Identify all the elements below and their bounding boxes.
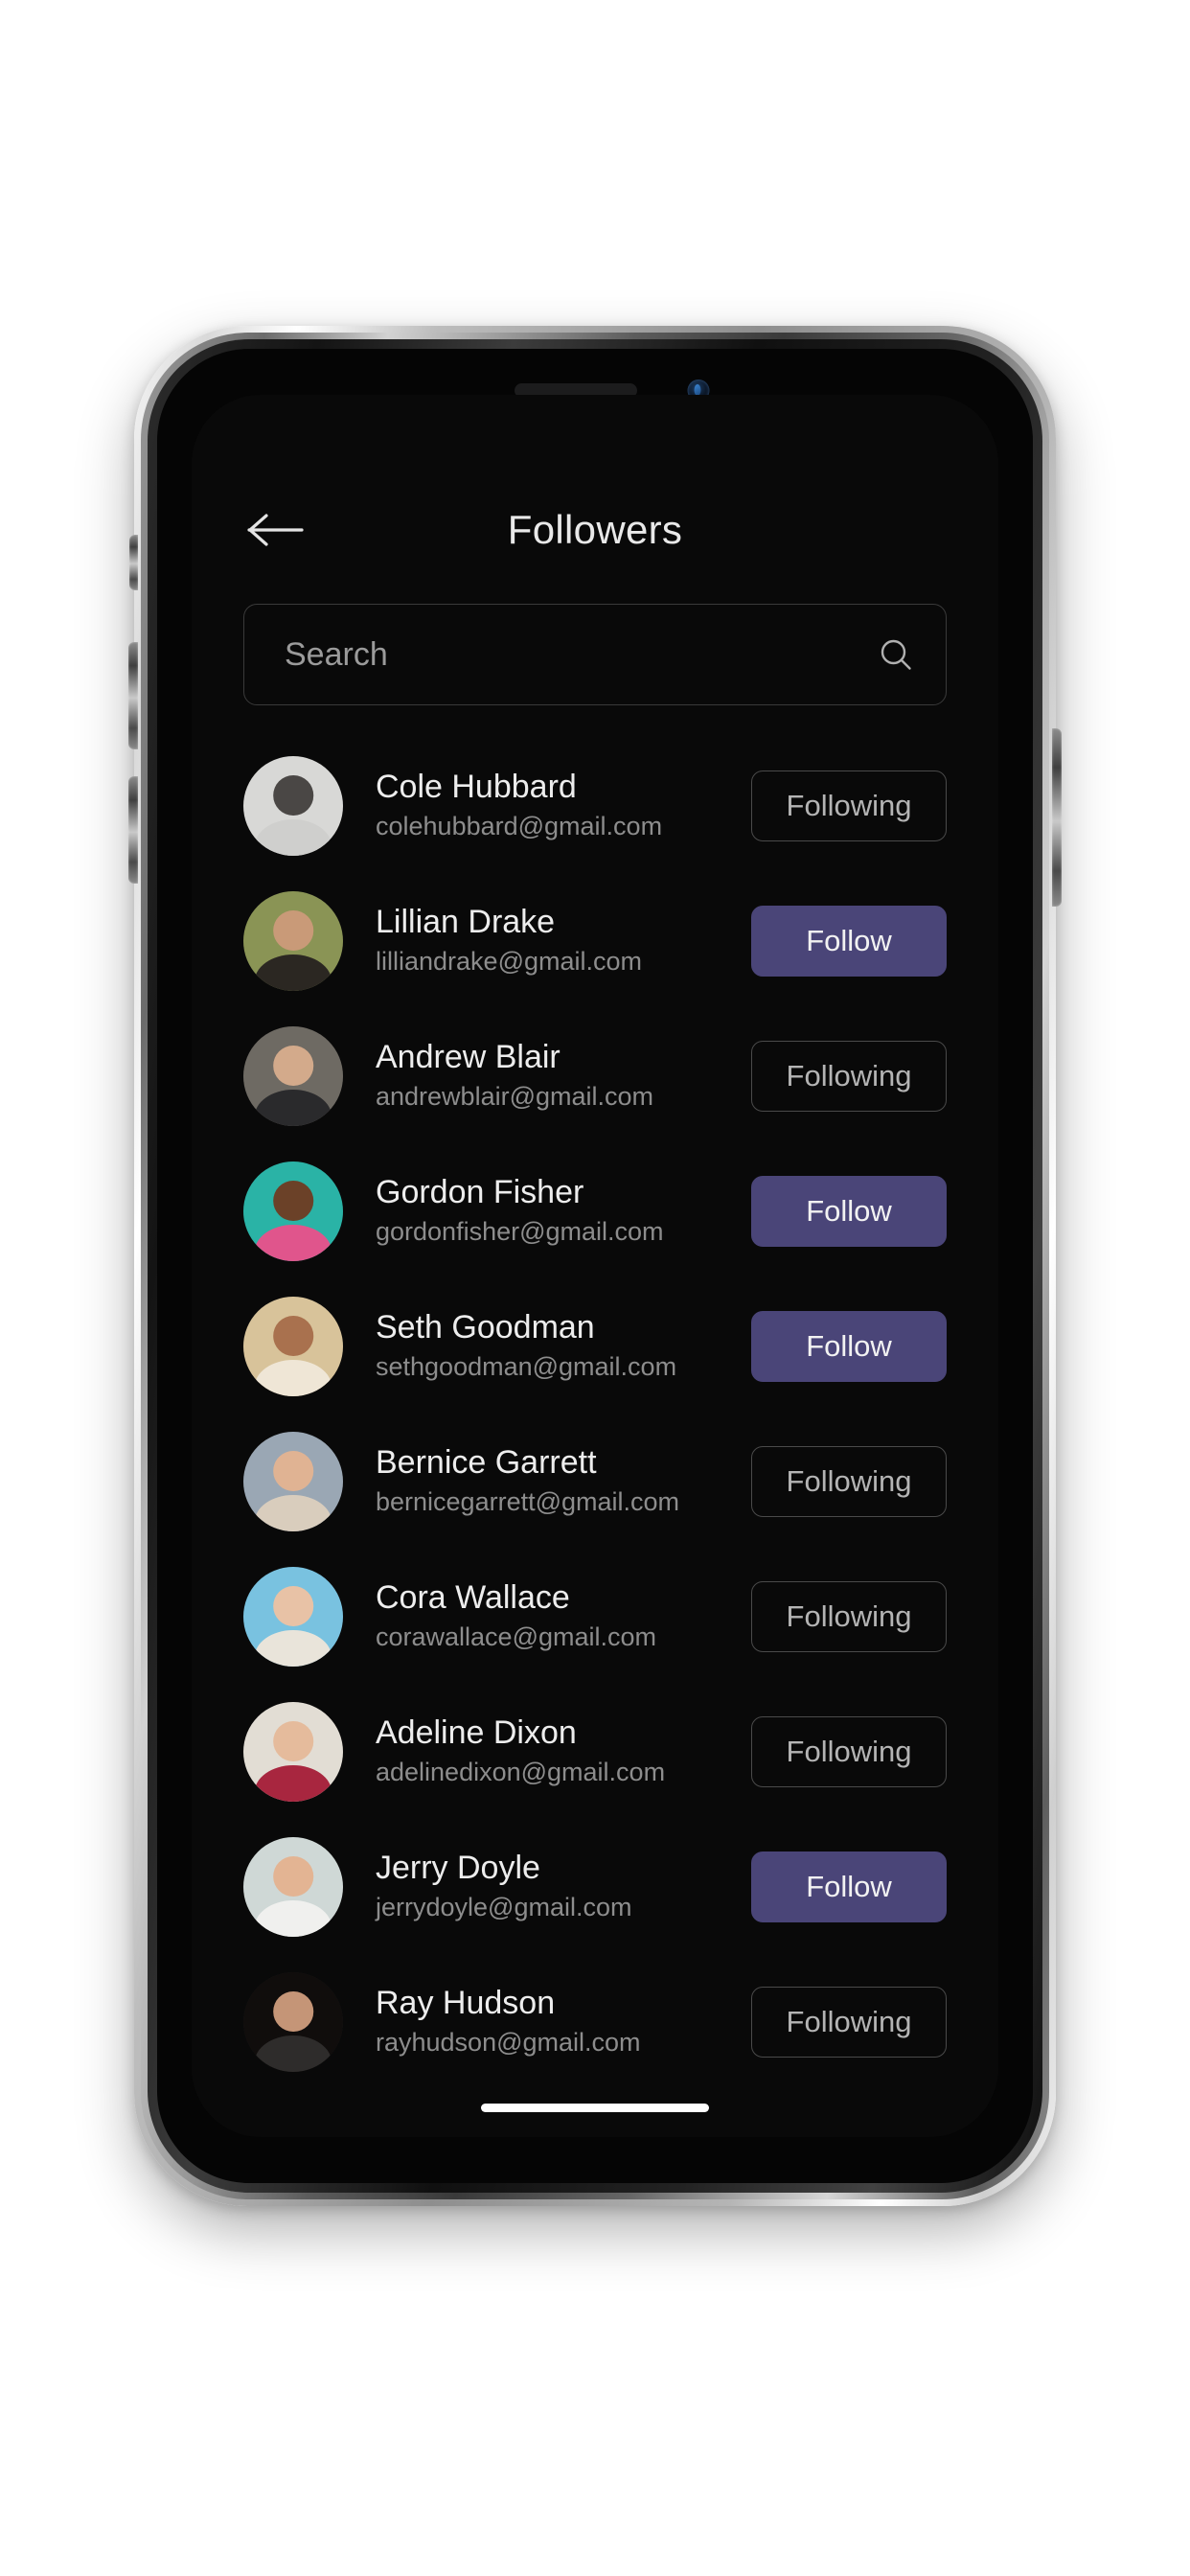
follower-text: Seth Goodman sethgoodman@gmail.com	[376, 1308, 751, 1384]
follower-row[interactable]: Adeline Dixon adelinedixon@gmail.com Follo…	[243, 1684, 947, 1819]
follower-text: Bernice Garrett bernicegarrett@gmail.com	[376, 1443, 751, 1519]
avatar[interactable]	[243, 1161, 343, 1261]
followers-list: Cole Hubbard colehubbard@gmail.com Followi…	[192, 738, 998, 2089]
avatar[interactable]	[243, 1701, 343, 1802]
follower-name: Lillian Drake	[376, 903, 556, 940]
follower-name: Andrew Blair	[376, 1038, 561, 1075]
avatar[interactable]	[243, 890, 343, 991]
follower-row[interactable]: Lillian Drake lilliandrake@gmail.com Follo…	[243, 873, 947, 1008]
followers-app: Followers Cole Hubbard colehubbard@gmail.…	[192, 395, 998, 2137]
follower-row[interactable]: Andrew Blair andrewblair@gmail.com Followi…	[243, 1008, 947, 1143]
phone-screen: Followers Cole Hubbard colehubbard@gmail.…	[192, 395, 998, 2137]
phone-bezel: Followers Cole Hubbard colehubbard@gmail.…	[157, 349, 1033, 2183]
follower-name: Adeline Dixon	[376, 1714, 577, 1751]
follower-row[interactable]: Gordon Fisher gordonfisher@gmail.com Follo…	[243, 1143, 947, 1278]
follower-name: Cole Hubbard	[376, 768, 577, 805]
follower-email: colehubbard@gmail.com	[376, 812, 663, 840]
follower-name: Ray Hudson	[376, 1984, 556, 2021]
follower-row[interactable]: Ray Hudson rayhudson@gmail.com Following	[243, 1954, 947, 2089]
follower-email: jerrydoyle@gmail.com	[376, 1893, 632, 1921]
avatar[interactable]	[243, 1296, 343, 1396]
follower-email: lilliandrake@gmail.com	[376, 947, 643, 976]
avatar[interactable]	[243, 1836, 343, 1937]
follower-text: Ray Hudson rayhudson@gmail.com	[376, 1984, 751, 2059]
following-button[interactable]: Following	[751, 770, 947, 841]
follower-email: adelinedixon@gmail.com	[376, 1758, 666, 1786]
follower-name: Bernice Garrett	[376, 1443, 597, 1481]
follow-button[interactable]: Follow	[751, 1175, 947, 1247]
avatar[interactable]	[243, 755, 343, 856]
page-title: Followers	[507, 507, 683, 552]
avatar[interactable]	[243, 1566, 343, 1667]
follower-text: Andrew Blair andrewblair@gmail.com	[376, 1038, 751, 1114]
follower-name: Cora Wallace	[376, 1578, 570, 1616]
phone-mockup: Followers Cole Hubbard colehubbard@gmail.…	[128, 326, 1062, 2206]
follower-row[interactable]: Cora Wallace corawallace@gmail.com Followi…	[243, 1549, 947, 1684]
follower-text: Jerry Doyle jerrydoyle@gmail.com	[376, 1849, 751, 1924]
following-button[interactable]: Following	[751, 1580, 947, 1652]
follower-name: Seth Goodman	[376, 1308, 595, 1346]
app-header: Followers	[192, 470, 998, 590]
search-input[interactable]	[285, 635, 877, 674]
following-button[interactable]: Following	[751, 1445, 947, 1517]
follower-text: Cole Hubbard colehubbard@gmail.com	[376, 768, 751, 843]
follower-row[interactable]: Bernice Garrett bernicegarrett@gmail.com F…	[243, 1414, 947, 1549]
follow-button[interactable]: Follow	[751, 1310, 947, 1382]
follower-email: andrewblair@gmail.com	[376, 1082, 654, 1111]
avatar[interactable]	[243, 1971, 343, 2072]
follower-email: gordonfisher@gmail.com	[376, 1217, 664, 1246]
mute-switch-button[interactable]	[129, 535, 138, 590]
volume-down-button[interactable]	[128, 776, 138, 884]
follow-button[interactable]: Follow	[751, 1851, 947, 1922]
follower-email: rayhudson@gmail.com	[376, 2028, 641, 2057]
follower-text: Lillian Drake lilliandrake@gmail.com	[376, 903, 751, 978]
follower-text: Gordon Fisher gordonfisher@gmail.com	[376, 1173, 751, 1249]
follower-row[interactable]: Seth Goodman sethgoodman@gmail.com Follow	[243, 1278, 947, 1414]
follower-row[interactable]: Jerry Doyle jerrydoyle@gmail.com Follow	[243, 1819, 947, 1954]
following-button[interactable]: Following	[751, 1715, 947, 1787]
following-button[interactable]: Following	[751, 1986, 947, 2058]
follow-button[interactable]: Follow	[751, 905, 947, 977]
search-bar[interactable]	[243, 604, 947, 705]
follower-email: corawallace@gmail.com	[376, 1622, 657, 1651]
follower-email: sethgoodman@gmail.com	[376, 1352, 677, 1381]
following-button[interactable]: Following	[751, 1040, 947, 1112]
follower-text: Adeline Dixon adelinedixon@gmail.com	[376, 1714, 751, 1789]
follower-text: Cora Wallace corawallace@gmail.com	[376, 1578, 751, 1654]
search-icon[interactable]	[877, 635, 915, 674]
follower-email: bernicegarrett@gmail.com	[376, 1487, 680, 1516]
avatar[interactable]	[243, 1431, 343, 1531]
volume-up-button[interactable]	[128, 642, 138, 749]
power-button[interactable]	[1052, 728, 1062, 907]
follower-name: Jerry Doyle	[376, 1849, 540, 1886]
avatar[interactable]	[243, 1025, 343, 1126]
follower-name: Gordon Fisher	[376, 1173, 584, 1210]
follower-row[interactable]: Cole Hubbard colehubbard@gmail.com Followi…	[243, 738, 947, 873]
home-indicator[interactable]	[481, 2104, 709, 2112]
